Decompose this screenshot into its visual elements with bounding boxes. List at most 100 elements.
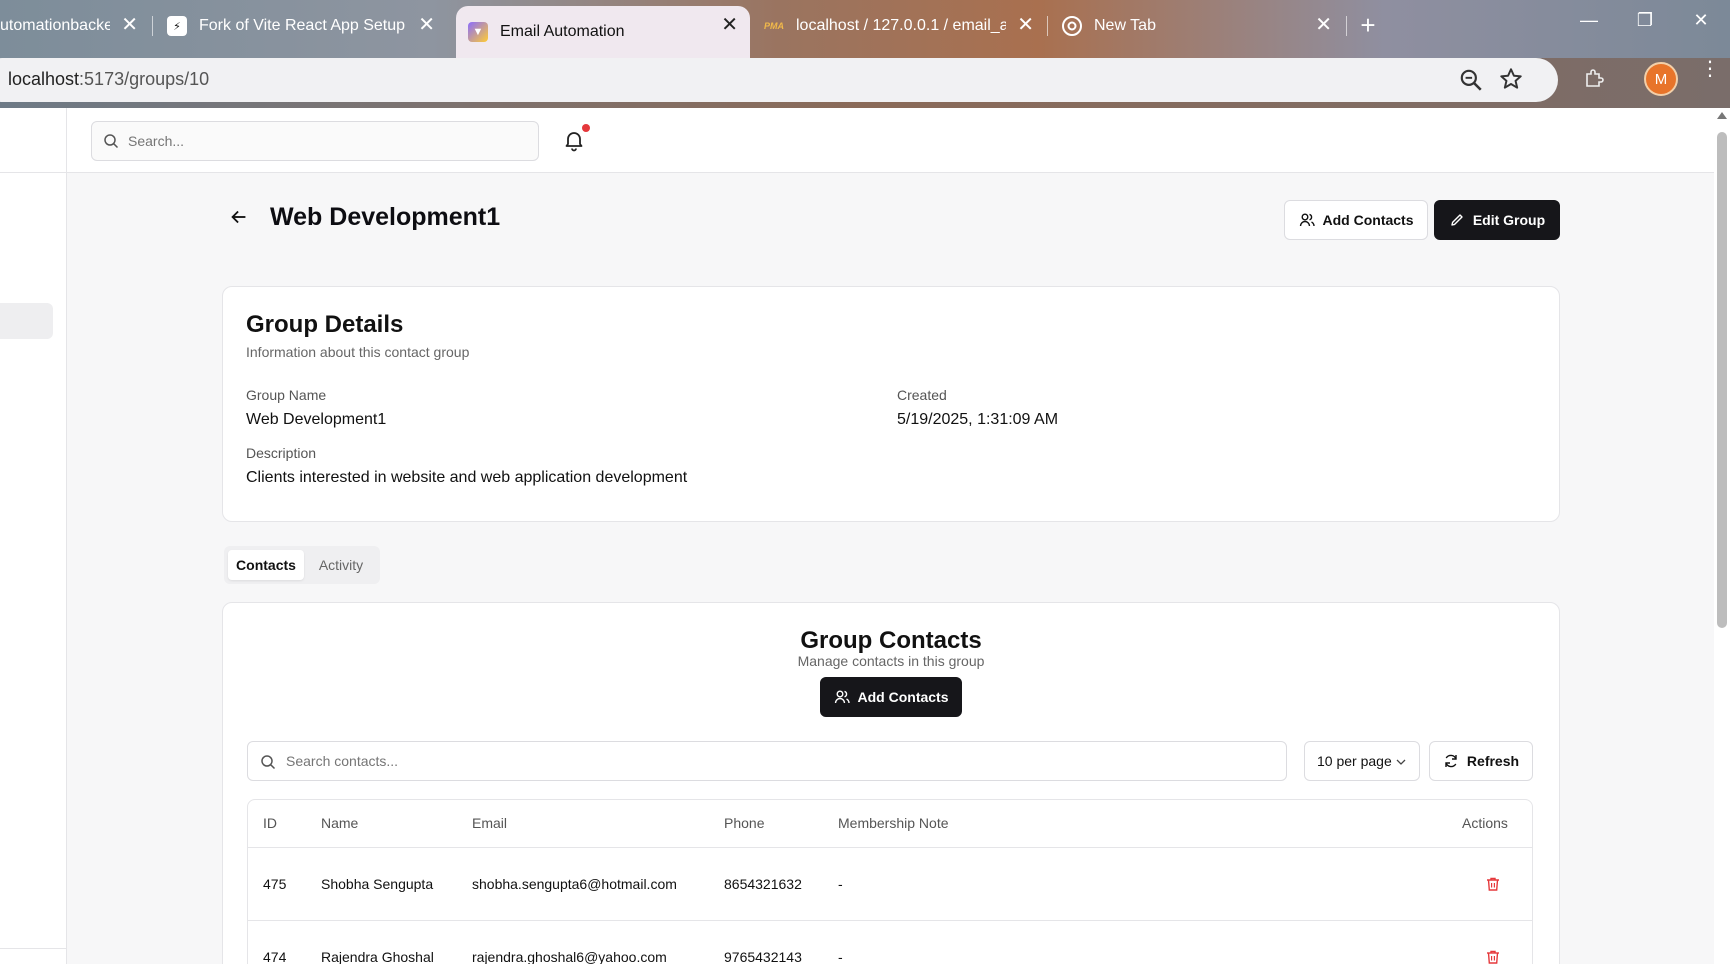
table-row[interactable]: 475 Shobha Sengupta shobha.sengupta6@hot… <box>248 848 1532 921</box>
global-search[interactable] <box>91 121 539 161</box>
back-arrow-icon[interactable] <box>228 206 250 228</box>
scrollbar-thumb[interactable] <box>1717 132 1727 628</box>
trash-icon[interactable] <box>1485 876 1501 892</box>
app-viewport: Web Development1 Add Contacts Edit Group… <box>0 108 1714 964</box>
close-icon[interactable]: ✕ <box>121 14 138 36</box>
cell-membership-note: - <box>838 949 843 964</box>
group-name-label: Group Name <box>246 387 327 403</box>
tab-title: utomationbacke <box>0 17 110 34</box>
refresh-label: Refresh <box>1466 753 1520 769</box>
edit-group-button[interactable]: Edit Group <box>1434 200 1560 240</box>
description-label: Description <box>246 445 317 461</box>
url-path: :5173/groups/10 <box>79 69 210 89</box>
browser-tab-4[interactable]: PMA localhost / 127.0.0.1 / email_aut ✕ <box>764 6 1046 46</box>
cell-membership-note: - <box>838 876 843 892</box>
column-header-id[interactable]: ID <box>263 815 277 831</box>
omnibox[interactable]: localhost:5173/groups/10 <box>0 58 1558 102</box>
browser-tab-1[interactable]: utomationbacke ✕ <box>0 6 150 46</box>
global-search-input[interactable] <box>128 122 528 160</box>
group-contacts-card: Group Contacts Manage contacts in this g… <box>222 602 1560 964</box>
close-icon[interactable]: ✕ <box>1315 14 1332 36</box>
browser-tab-3-active[interactable]: ▼ Email Automation ✕ <box>456 6 750 58</box>
column-header-email[interactable]: Email <box>472 815 507 831</box>
app-topbar <box>67 108 1714 173</box>
column-header-name[interactable]: Name <box>321 815 358 831</box>
add-contacts-button-secondary[interactable]: Add Contacts <box>820 677 962 717</box>
contact-search-input[interactable] <box>286 742 1276 780</box>
group-name-value: Web Development1 <box>246 411 387 428</box>
extensions-puzzle-icon[interactable] <box>1582 66 1606 90</box>
zoom-icon[interactable] <box>1458 67 1484 93</box>
tab-title: New Tab <box>1094 17 1156 34</box>
tab-activity[interactable]: Activity <box>306 550 376 580</box>
bookmark-star-icon[interactable] <box>1498 66 1524 92</box>
per-page-select[interactable]: 10 per page <box>1304 741 1420 781</box>
trash-icon[interactable] <box>1485 949 1501 964</box>
tab-title: localhost / 127.0.0.1 / email_aut <box>796 17 1006 34</box>
contacts-table: ID Name Email Phone Membership Note Acti… <box>247 799 1533 964</box>
search-icon <box>104 134 119 149</box>
page-scrollbar[interactable] <box>1714 108 1730 964</box>
address-bar-row: localhost:5173/groups/10 <box>0 58 1730 108</box>
refresh-icon <box>1445 754 1457 768</box>
contact-search[interactable] <box>247 741 1287 781</box>
restore-icon[interactable]: ❐ <box>1630 10 1660 31</box>
pencil-icon <box>1451 214 1463 226</box>
cell-id: 474 <box>263 949 287 964</box>
detail-tabs: Contacts Activity <box>224 546 380 584</box>
cell-id: 475 <box>263 876 287 892</box>
page-header: Web Development1 Add Contacts Edit Group <box>222 194 1560 244</box>
tab-contacts[interactable]: Contacts <box>228 550 304 580</box>
column-header-actions: Actions <box>1462 815 1508 831</box>
column-header-membership-note[interactable]: Membership Note <box>838 815 949 831</box>
created-label: Created <box>897 387 947 403</box>
notification-badge <box>582 124 590 132</box>
column-header-phone[interactable]: Phone <box>724 815 764 831</box>
cell-phone: 9765432143 <box>724 949 802 964</box>
group-contacts-title: Group Contacts <box>800 627 982 654</box>
add-contacts-label: Add Contacts <box>857 689 949 705</box>
chevron-down-icon <box>1396 759 1406 765</box>
url-host: localhost <box>8 69 80 89</box>
minimize-icon[interactable]: — <box>1574 10 1604 31</box>
created-value: 5/19/2025, 1:31:09 AM <box>897 411 1059 428</box>
browser-menu-icon[interactable]: ⋮ <box>1700 59 1720 94</box>
tab-separator <box>1047 16 1048 36</box>
browser-tab-2[interactable]: ⚡ Fork of Vite React App Setup – ✕ <box>167 6 447 46</box>
add-contacts-button[interactable]: Add Contacts <box>1284 200 1428 240</box>
profile-avatar[interactable]: M <box>1644 62 1678 96</box>
new-tab-button[interactable]: + <box>1352 10 1384 42</box>
window-close-icon[interactable]: ✕ <box>1686 10 1716 31</box>
tab-separator <box>152 16 153 36</box>
scroll-up-arrow-icon[interactable] <box>1717 112 1727 119</box>
cell-email: rajendra.ghoshal6@yahoo.com <box>472 949 667 964</box>
sidebar-item-active[interactable] <box>0 303 53 339</box>
group-contacts-subtitle: Manage contacts in this group <box>797 653 985 669</box>
group-details-card: Group Details Information about this con… <box>222 286 1560 522</box>
tab-title: Email Automation <box>500 23 625 40</box>
stackblitz-favicon-icon: ⚡ <box>167 16 187 36</box>
cell-phone: 8654321632 <box>724 876 802 892</box>
sidebar-header <box>0 108 67 173</box>
table-header-row: ID Name Email Phone Membership Note Acti… <box>248 800 1532 848</box>
url-text[interactable]: localhost:5173/groups/10 <box>8 69 209 90</box>
close-icon[interactable]: ✕ <box>721 14 738 36</box>
edit-group-label: Edit Group <box>1472 212 1546 228</box>
refresh-button[interactable]: Refresh <box>1429 741 1533 781</box>
table-row[interactable]: 474 Rajendra Ghoshal rajendra.ghoshal6@y… <box>248 921 1532 964</box>
sidebar-footer-divider <box>0 948 67 949</box>
per-page-value: 10 per page <box>1317 753 1392 769</box>
group-details-subtitle: Information about this contact group <box>246 344 470 360</box>
browser-tab-strip: utomationbacke ✕ ⚡ Fork of Vite React Ap… <box>0 0 1730 58</box>
browser-tab-5[interactable]: New Tab ✕ <box>1062 6 1344 46</box>
page-title: Web Development1 <box>270 203 501 231</box>
close-icon[interactable]: ✕ <box>1017 14 1034 36</box>
main-content: Web Development1 Add Contacts Edit Group <box>222 194 1560 244</box>
description-value: Clients interested in website and web ap… <box>246 469 688 486</box>
notification-bell-icon[interactable] <box>562 128 586 152</box>
vite-favicon-icon: ▼ <box>468 22 488 42</box>
users-icon <box>1299 213 1315 227</box>
cell-email: shobha.sengupta6@hotmail.com <box>472 876 677 892</box>
close-icon[interactable]: ✕ <box>418 14 435 36</box>
users-icon <box>834 690 850 704</box>
